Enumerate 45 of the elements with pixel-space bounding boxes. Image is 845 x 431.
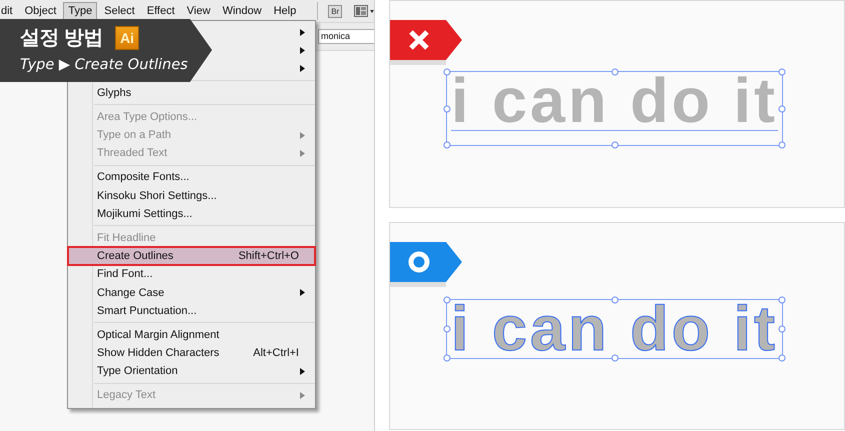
menu-item[interactable]: Show Hidden Characters Alt+Ctrl+I [68, 344, 315, 362]
artwork-text: i can do it [451, 72, 778, 130]
menu-item[interactable]: Change Case [68, 283, 315, 302]
selection-handle[interactable] [611, 68, 618, 76]
menu-bar-item[interactable]: dit [0, 2, 18, 20]
selection-handle[interactable] [778, 142, 786, 148]
menu-item[interactable]: Create Outlines Shift+Ctrl+O [68, 247, 315, 266]
menu-bar-item[interactable]: Select [99, 2, 140, 20]
selection-handle[interactable] [778, 296, 786, 304]
circle-icon [408, 251, 430, 273]
selection-handle[interactable] [778, 68, 786, 76]
menu-item[interactable]: Kinsoku Shori Settings... [68, 186, 315, 205]
cross-icon [408, 29, 430, 51]
selection-handle[interactable] [444, 105, 450, 112]
menu-bar-item[interactable]: View [182, 2, 216, 20]
selection-handle[interactable] [444, 326, 450, 332]
menu-item[interactable]: Find Font... [68, 265, 315, 284]
menu-item[interactable]: Smart Punctuation... [68, 302, 315, 320]
menu-bar-item[interactable]: Window [217, 2, 267, 20]
menu-item[interactable]: Mojikumi Settings... [68, 204, 315, 223]
selection-handle[interactable] [444, 354, 450, 362]
selection-handle[interactable] [611, 296, 618, 304]
menu-item[interactable]: Optical Margin Alignment [68, 326, 315, 344]
artwork-text: i can do it [451, 300, 778, 358]
bridge-button[interactable]: Br [328, 4, 342, 18]
selection-handle[interactable] [778, 326, 786, 332]
menu-path: Type ▶ Create Outlines [20, 57, 188, 73]
selection-handle[interactable] [444, 296, 450, 304]
selection-handle[interactable] [778, 354, 786, 362]
selection-handle[interactable] [778, 105, 786, 112]
menu-bar-item[interactable]: Help [268, 2, 302, 20]
app-logo: Ai [115, 26, 140, 50]
selection-handle[interactable] [444, 142, 450, 148]
banner-title: 설정 방법 [20, 26, 104, 51]
menu-bar-item[interactable]: Type [63, 2, 98, 20]
selection-handle[interactable] [611, 354, 618, 362]
menu-bar-item[interactable]: Effect [142, 2, 180, 20]
menu-item[interactable]: Type Orientation [68, 362, 315, 380]
selection-handle[interactable] [611, 142, 618, 148]
selection-handle[interactable] [444, 68, 450, 76]
menu-bar-item[interactable]: Object [20, 2, 62, 20]
layout-icon[interactable] [354, 5, 374, 17]
menu-item[interactable]: Glyphs [68, 84, 315, 102]
font-field[interactable]: monica [318, 29, 374, 44]
menu-item[interactable]: Composite Fonts... [68, 168, 315, 186]
